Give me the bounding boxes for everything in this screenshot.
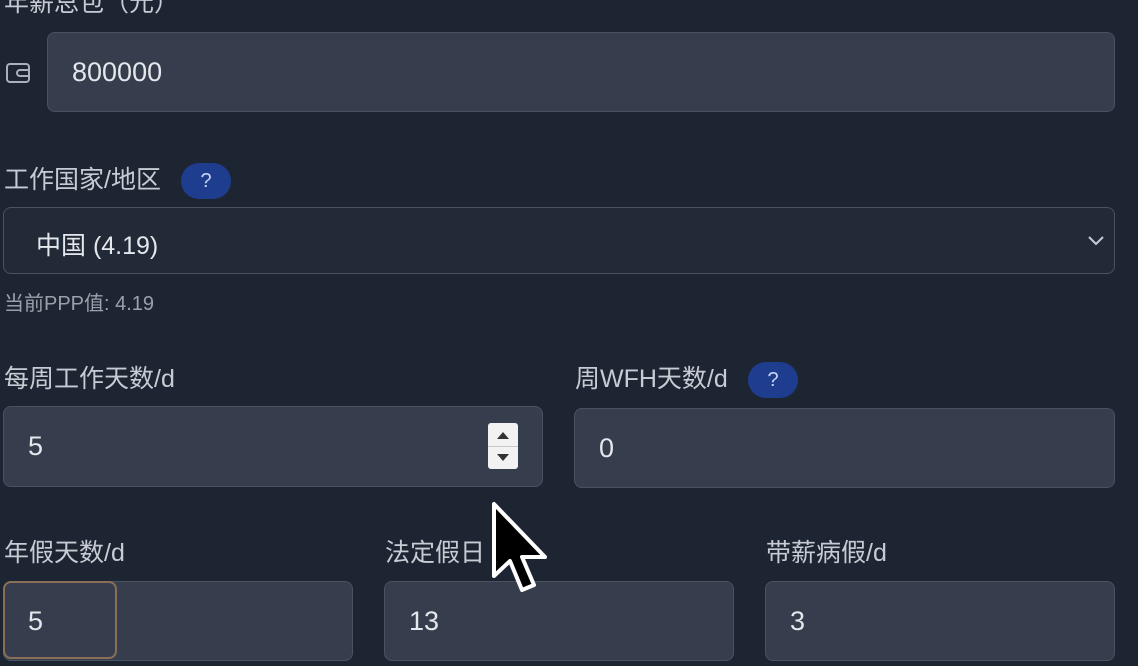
wallet-icon (5, 60, 31, 86)
country-selected-value: 中国 (4.19) (36, 232, 159, 260)
country-help-button[interactable]: ? (181, 163, 231, 199)
ppp-hint: 当前PPP值: 4.19 (4, 293, 155, 315)
salary-value: 800000 (72, 57, 163, 87)
public-holidays-label: 法定假日 (385, 539, 486, 567)
chevron-down-icon (1086, 230, 1106, 255)
wfh-help-button[interactable]: ? (748, 362, 798, 398)
public-holidays-value: 13 (409, 606, 440, 636)
stepper-up-icon[interactable] (488, 423, 518, 447)
workdays-label: 每周工作天数/d (4, 365, 175, 393)
sick-leave-input[interactable]: 3 (765, 581, 1115, 661)
country-label: 工作国家/地区 (4, 166, 161, 194)
sick-leave-label: 带薪病假/d (766, 539, 887, 567)
focus-outline (3, 581, 117, 659)
sick-leave-value: 3 (790, 606, 806, 636)
annual-leave-value: 5 (28, 606, 44, 636)
annual-leave-input[interactable]: 5 (3, 581, 353, 661)
workdays-input[interactable]: 5 (3, 406, 543, 487)
wfh-value: 0 (599, 433, 615, 463)
mouse-cursor-icon (490, 500, 554, 596)
workdays-value: 5 (28, 431, 44, 461)
annual-leave-label: 年假天数/d (4, 539, 125, 567)
salary-label: 年薪总包（元） (4, 0, 180, 17)
wfh-input[interactable]: 0 (574, 408, 1115, 488)
public-holidays-input[interactable]: 13 (384, 581, 734, 661)
country-select[interactable]: 中国 (4.19) (3, 207, 1115, 274)
workdays-stepper[interactable] (488, 423, 518, 469)
salary-input[interactable]: 800000 (47, 32, 1115, 112)
stepper-down-icon[interactable] (488, 446, 518, 469)
wfh-label: 周WFH天数/d (575, 365, 728, 393)
